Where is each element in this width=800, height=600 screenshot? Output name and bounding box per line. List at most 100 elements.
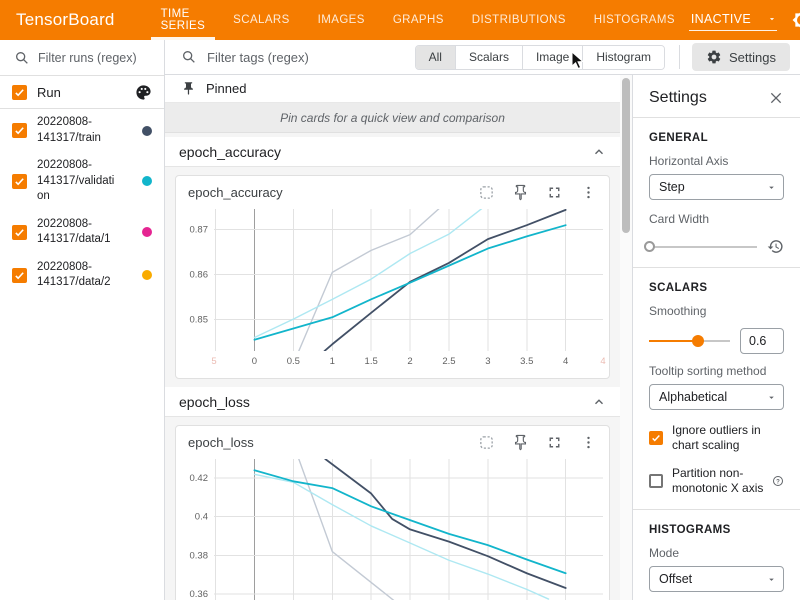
run-select-all-checkbox[interactable] xyxy=(12,85,27,100)
checkbox-icon xyxy=(649,431,663,445)
filter-tags-input[interactable] xyxy=(207,50,407,65)
help-icon[interactable]: ? xyxy=(772,475,784,487)
chevron-up-icon[interactable] xyxy=(592,145,606,159)
scrollbar-thumb[interactable] xyxy=(622,78,630,233)
histogram-mode-dropdown[interactable]: Offset xyxy=(649,566,784,592)
svg-text:5: 5 xyxy=(211,356,216,367)
pinned-title: Pinned xyxy=(206,81,246,96)
kebab-menu-icon[interactable] xyxy=(580,434,597,451)
app-header: TensorBoard TIME SERIES SCALARS IMAGES G… xyxy=(0,0,800,40)
runs-sidebar: Run 20220808-141317/train 20220808-141 xyxy=(0,40,165,600)
card-width-label: Card Width xyxy=(649,212,784,226)
chip-all[interactable]: All xyxy=(416,46,455,69)
checkbox-icon xyxy=(649,474,663,488)
smoothing-value-input[interactable] xyxy=(740,328,784,354)
svg-text:1.5: 1.5 xyxy=(365,356,378,367)
app-logo: TensorBoard xyxy=(0,10,133,30)
svg-text:2.5: 2.5 xyxy=(442,356,455,367)
pinned-empty-message: Pin cards for a quick view and compariso… xyxy=(165,103,620,133)
run-checkbox[interactable] xyxy=(12,268,27,283)
chip-scalars[interactable]: Scalars xyxy=(455,46,522,69)
tab-images[interactable]: IMAGES xyxy=(304,0,379,40)
svg-text:?: ? xyxy=(776,479,780,485)
run-row-validation[interactable]: 20220808-141317/validation xyxy=(0,152,164,211)
run-column-label: Run xyxy=(37,85,61,100)
settings-button[interactable]: Settings xyxy=(692,43,790,71)
cards-scroll-area: Pinned Pin cards for a quick view and co… xyxy=(165,75,620,600)
svg-text:0.42: 0.42 xyxy=(190,473,209,484)
svg-text:0.86: 0.86 xyxy=(190,270,209,281)
chevron-down-icon xyxy=(766,574,777,585)
nav-tabs: TIME SERIES SCALARS IMAGES GRAPHS DISTRI… xyxy=(147,0,689,40)
kebab-menu-icon[interactable] xyxy=(580,184,597,201)
tab-histograms[interactable]: HISTOGRAMS xyxy=(580,0,689,40)
pinned-header: Pinned xyxy=(165,75,620,103)
tags-toolbar: All Scalars Image Histogram Settings xyxy=(165,40,800,75)
checkbox-ignore-outliers[interactable]: Ignore outliers in chart scaling xyxy=(649,423,784,453)
run-row-data-1[interactable]: 20220808-141317/data/1 xyxy=(0,211,164,254)
tab-scalars[interactable]: SCALARS xyxy=(219,0,304,40)
tooltip-sorting-label: Tooltip sorting method xyxy=(649,364,784,378)
pin-icon[interactable] xyxy=(512,434,529,451)
settings-panel-title: Settings xyxy=(649,89,707,107)
smoothing-slider[interactable] xyxy=(649,334,730,348)
run-color-dot xyxy=(142,227,152,237)
scrollbar xyxy=(620,75,632,600)
smoothing-label: Smoothing xyxy=(649,304,784,318)
run-list-header: Run xyxy=(0,76,164,109)
run-status-dropdown[interactable]: INACTIVE xyxy=(689,9,777,31)
run-color-dot xyxy=(142,270,152,280)
run-name: 20220808-141317/validation xyxy=(37,158,119,205)
filter-runs-input[interactable] xyxy=(38,51,148,65)
chip-histogram[interactable]: Histogram xyxy=(582,46,664,69)
card-width-slider[interactable] xyxy=(649,240,757,254)
close-icon[interactable] xyxy=(768,90,784,106)
chevron-up-icon[interactable] xyxy=(592,395,606,409)
tab-time-series[interactable]: TIME SERIES xyxy=(147,0,220,40)
svg-text:0.4: 0.4 xyxy=(195,512,208,523)
svg-text:3.5: 3.5 xyxy=(520,356,533,367)
svg-text:4: 4 xyxy=(600,356,605,367)
tab-distributions[interactable]: DISTRIBUTIONS xyxy=(458,0,580,40)
chevron-down-icon xyxy=(766,182,777,193)
section-header-epoch-accuracy[interactable]: epoch_accuracy xyxy=(165,137,620,167)
search-icon xyxy=(181,49,197,65)
fullscreen-icon[interactable] xyxy=(546,184,563,201)
header-actions: INACTIVE ? xyxy=(689,9,800,31)
pin-icon[interactable] xyxy=(512,184,529,201)
svg-text:3: 3 xyxy=(485,356,490,367)
line-chart-epoch-loss[interactable]: 0.360.380.40.4200.511.522.533.54 xyxy=(176,453,609,600)
line-chart-epoch-accuracy[interactable]: 0.850.860.8700.511.522.533.5454 xyxy=(176,203,609,378)
gear-icon xyxy=(706,49,722,65)
chip-image[interactable]: Image xyxy=(522,46,582,69)
svg-text:2: 2 xyxy=(407,356,412,367)
svg-text:0.36: 0.36 xyxy=(190,589,209,600)
fullscreen-icon[interactable] xyxy=(546,434,563,451)
settings-panel: Settings GENERAL Horizontal Axis Step Ca… xyxy=(632,75,800,600)
horizontal-axis-dropdown[interactable]: Step xyxy=(649,174,784,200)
run-color-dot xyxy=(142,176,152,186)
run-row-data-2[interactable]: 20220808-141317/data/2 xyxy=(0,254,164,297)
filter-runs-search xyxy=(0,40,164,76)
fit-domain-icon[interactable] xyxy=(478,184,495,201)
tab-graphs[interactable]: GRAPHS xyxy=(379,0,458,40)
run-checkbox[interactable] xyxy=(12,123,27,138)
run-checkbox[interactable] xyxy=(12,225,27,240)
svg-text:0.5: 0.5 xyxy=(287,356,300,367)
brightness-toggle-icon[interactable] xyxy=(792,10,800,30)
section-header-epoch-loss[interactable]: epoch_loss xyxy=(165,387,620,417)
fit-domain-icon[interactable] xyxy=(478,434,495,451)
chevron-down-icon xyxy=(767,14,777,24)
tooltip-sorting-dropdown[interactable]: Alphabetical xyxy=(649,384,784,410)
chevron-down-icon xyxy=(766,392,777,403)
svg-text:0.38: 0.38 xyxy=(190,550,209,561)
scalar-card-epoch-loss: epoch_loss xyxy=(175,425,610,600)
checkbox-partition-x-axis[interactable]: Partition non-monotonic X axis ? xyxy=(649,466,784,496)
run-name: 20220808-141317/train xyxy=(37,115,119,146)
reset-icon[interactable] xyxy=(767,238,784,255)
run-checkbox[interactable] xyxy=(12,174,27,189)
run-row-train[interactable]: 20220808-141317/train xyxy=(0,109,164,152)
palette-icon[interactable] xyxy=(135,84,152,101)
scalar-card-epoch-accuracy: epoch_accuracy xyxy=(175,175,610,379)
histograms-heading: HISTOGRAMS xyxy=(649,524,784,536)
